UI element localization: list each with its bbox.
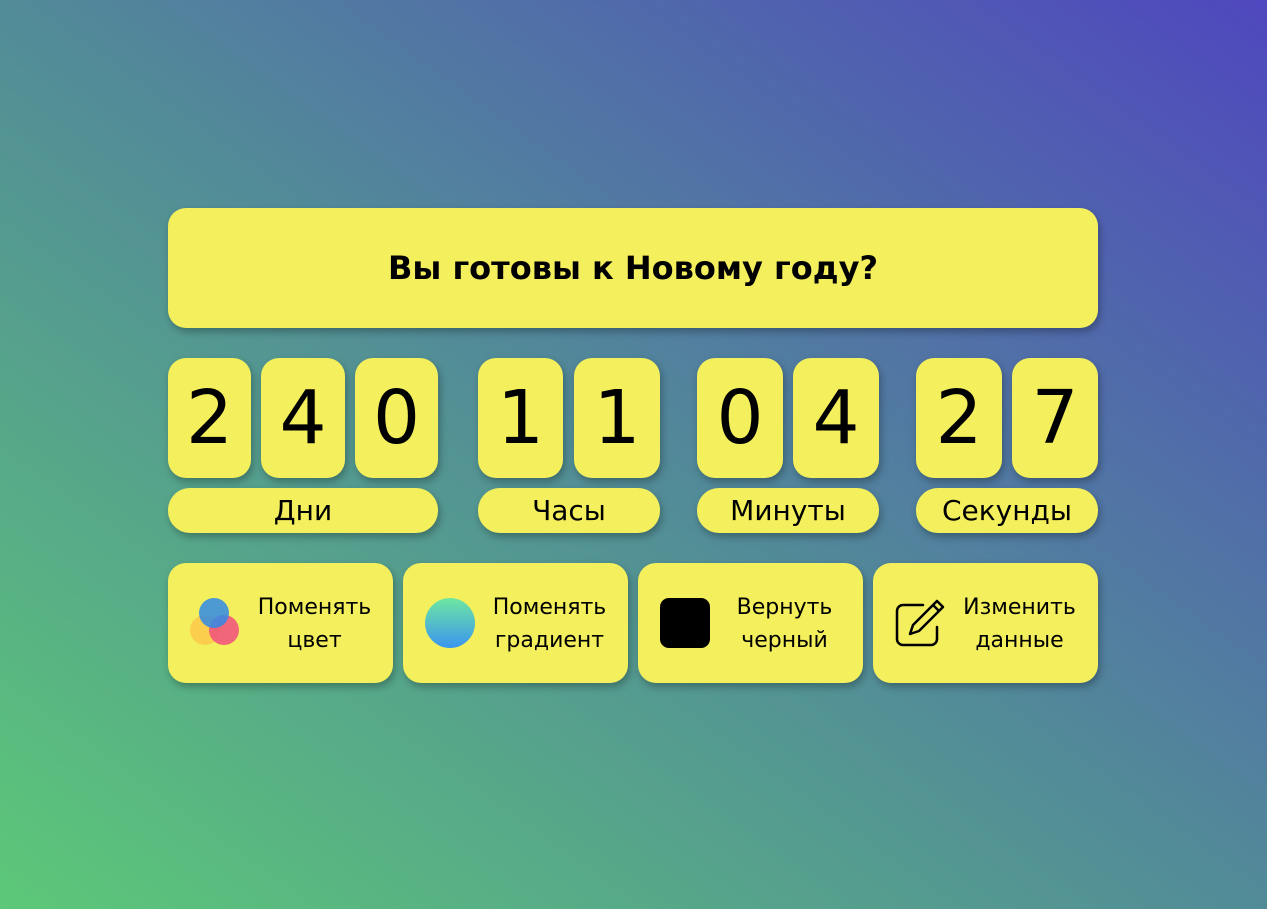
- button-label-line: Изменить: [963, 595, 1076, 620]
- minutes-digit: 4: [793, 358, 879, 478]
- days-digit: 0: [355, 358, 438, 478]
- button-label-line: Поменять: [492, 595, 607, 620]
- hours-digit: 1: [478, 358, 563, 478]
- button-label-line: Поменять: [257, 595, 372, 620]
- seconds-digit: 2: [916, 358, 1002, 478]
- edit-data-button[interactable]: Изменить данные: [873, 563, 1098, 683]
- button-label-line: градиент: [494, 628, 605, 653]
- reset-black-button[interactable]: Вернуть черный: [638, 563, 863, 683]
- hours-digit: 1: [574, 358, 660, 478]
- change-gradient-button[interactable]: Поменять градиент: [403, 563, 628, 683]
- seconds-digit: 7: [1012, 358, 1098, 478]
- color-circles-icon: [188, 597, 242, 649]
- days-digit: 4: [261, 358, 345, 478]
- button-label-line: данные: [975, 628, 1064, 653]
- change-color-button[interactable]: Поменять цвет: [168, 563, 393, 683]
- button-label-line: черный: [741, 628, 828, 653]
- minutes-digit: 0: [697, 358, 783, 478]
- gradient-circle-icon: [423, 597, 477, 649]
- page-title: Вы готовы к Новому году?: [168, 208, 1098, 328]
- minutes-label: Минуты: [697, 488, 879, 533]
- seconds-label: Секунды: [916, 488, 1098, 533]
- hours-label: Часы: [478, 488, 660, 533]
- black-square-icon: [658, 597, 712, 649]
- days-label: Дни: [168, 488, 438, 533]
- days-digit: 2: [168, 358, 251, 478]
- edit-icon: [893, 597, 947, 649]
- button-label-line: Вернуть: [736, 595, 833, 620]
- button-label-line: цвет: [287, 628, 342, 653]
